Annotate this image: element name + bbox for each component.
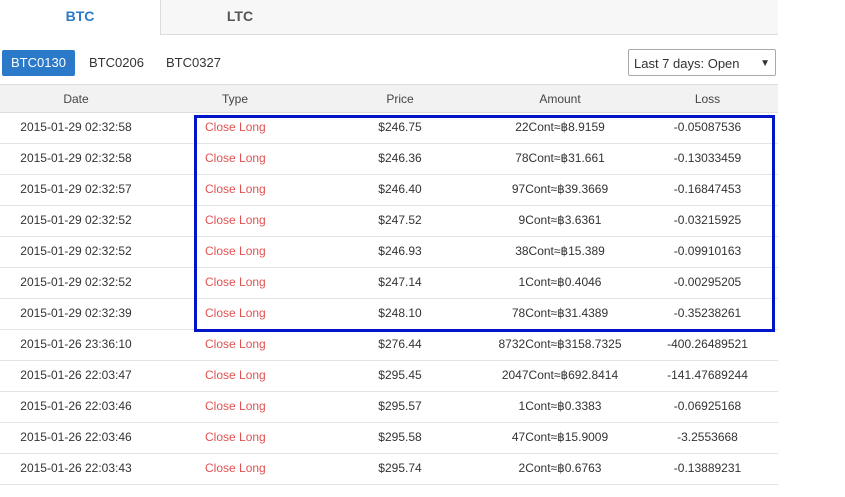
caret-down-icon: ▼ <box>760 58 770 69</box>
type-cell: Close Long <box>205 430 266 444</box>
header-amount: Amount <box>539 92 581 106</box>
contract-button-btc0206[interactable]: BTC0206 <box>80 50 153 76</box>
date-cell: 2015-01-29 02:32:58 <box>20 151 132 165</box>
date-cell: 2015-01-29 02:32:52 <box>20 213 132 227</box>
loss-cell: -3.2553668 <box>677 430 738 444</box>
header-loss: Loss <box>694 92 721 106</box>
loss-cell: -0.13889231 <box>673 461 742 475</box>
table-row: 2015-01-26 23:36:10 Close Long $276.44 8732… <box>0 330 778 361</box>
contract-button-btc0327[interactable]: BTC0327 <box>157 50 230 76</box>
loss-cell: -141.47689244 <box>667 368 748 382</box>
date-cell: 2015-01-29 02:32:52 <box>20 275 132 289</box>
header-type: Type <box>221 92 248 106</box>
date-cell: 2015-01-26 22:03:46 <box>20 430 132 444</box>
table-header: Date Type Price Amount Loss <box>0 84 778 113</box>
amount-cell: 8732Cont≈฿3158.7325 <box>498 337 622 351</box>
amount-cell: 2Cont≈฿0.6763 <box>518 461 602 475</box>
price-cell: $295.74 <box>378 461 422 475</box>
table-row: 2015-01-26 22:03:46 Close Long $295.57 1Con… <box>0 392 778 423</box>
highlight-box <box>194 115 775 332</box>
type-cell: Close Long <box>205 368 266 382</box>
tab-ltc[interactable]: LTC <box>161 0 319 34</box>
price-cell: $295.58 <box>378 430 422 444</box>
price-cell: $295.45 <box>378 368 422 382</box>
amount-cell: 2047Cont≈฿692.8414 <box>501 368 619 382</box>
tab-btc[interactable]: BTC <box>0 0 161 35</box>
type-cell: Close Long <box>205 461 266 475</box>
contract-button-btc0130[interactable]: BTC0130 <box>2 50 75 76</box>
date-cell: 2015-01-26 22:03:46 <box>20 399 132 413</box>
date-cell: 2015-01-29 02:32:57 <box>20 182 132 196</box>
price-cell: $276.44 <box>378 337 422 351</box>
table-row: 2015-01-26 22:03:46 Close Long $295.58 47Co… <box>0 423 778 454</box>
date-cell: 2015-01-26 22:03:43 <box>20 461 132 475</box>
period-filter-value: Last 7 days: Open <box>634 56 740 71</box>
period-filter-select[interactable]: Last 7 days: Open ▼ <box>628 49 776 76</box>
header-price: Price <box>386 92 414 106</box>
date-cell: 2015-01-29 02:32:58 <box>20 120 132 134</box>
type-cell: Close Long <box>205 337 266 351</box>
amount-cell: 47Cont≈฿15.9009 <box>511 430 609 444</box>
amount-cell: 1Cont≈฿0.3383 <box>518 399 602 413</box>
currency-tabs: BTC LTC <box>0 0 778 35</box>
date-cell: 2015-01-29 02:32:39 <box>20 306 132 320</box>
header-date: Date <box>63 92 89 106</box>
table-row: 2015-01-26 22:03:43 Close Long $295.74 2Con… <box>0 454 778 485</box>
loss-cell: -0.06925168 <box>673 399 742 413</box>
loss-cell: -400.26489521 <box>667 337 748 351</box>
trade-history-panel: BTC LTC BTC0130 BTC0206 BTC0327 Last 7 d… <box>0 0 778 497</box>
date-cell: 2015-01-26 23:36:10 <box>20 337 132 351</box>
price-cell: $295.57 <box>378 399 422 413</box>
date-cell: 2015-01-29 02:32:52 <box>20 244 132 258</box>
date-cell: 2015-01-26 22:03:47 <box>20 368 132 382</box>
type-cell: Close Long <box>205 399 266 413</box>
table-row: 2015-01-26 22:03:47 Close Long $295.45 2047… <box>0 361 778 392</box>
